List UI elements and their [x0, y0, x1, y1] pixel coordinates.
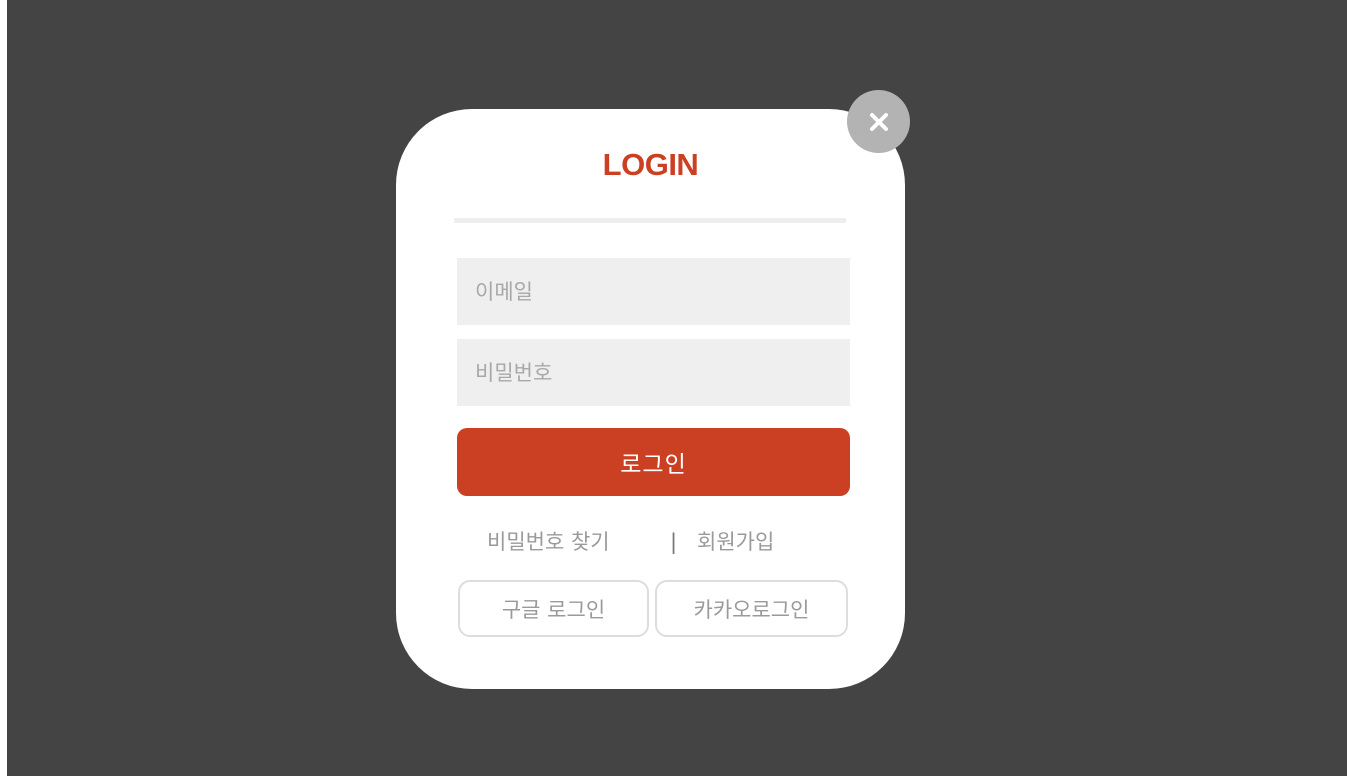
kakao-login-label: 카카오로그인: [693, 597, 810, 622]
title-divider: [454, 218, 846, 223]
google-login-label: 구글 로그인: [501, 597, 606, 622]
find-password-link[interactable]: 비밀번호 찾기: [487, 527, 610, 557]
modal-title: LOGIN: [602, 147, 699, 182]
close-button[interactable]: [847, 90, 910, 153]
close-icon: [869, 112, 889, 132]
login-button[interactable]: 로그인: [457, 428, 850, 496]
email-input[interactable]: [457, 258, 850, 325]
google-login-button[interactable]: 구글 로그인: [458, 580, 649, 637]
password-input[interactable]: [457, 339, 850, 406]
kakao-login-button[interactable]: 카카오로그인: [655, 580, 848, 637]
login-button-label: 로그인: [620, 452, 687, 478]
signup-link[interactable]: 회원가입: [697, 527, 774, 557]
title-container: LOGIN: [396, 0, 905, 182]
link-separator: |: [670, 530, 678, 554]
